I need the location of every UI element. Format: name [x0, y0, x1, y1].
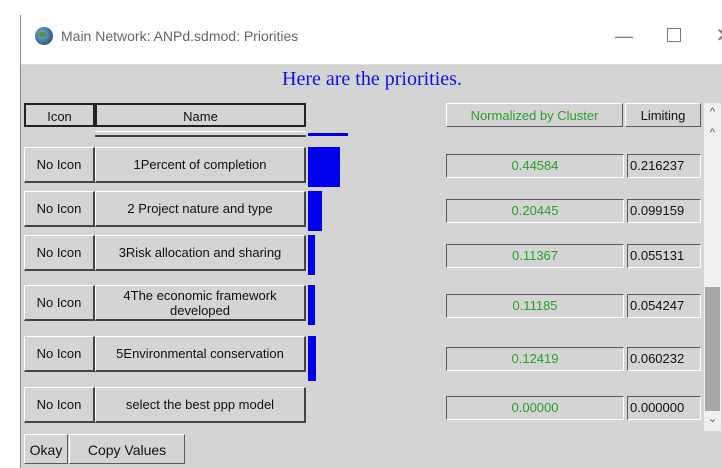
row-icon-button[interactable]: No Icon	[24, 285, 95, 321]
maximize-button[interactable]	[657, 21, 691, 51]
partial-hidden-row	[95, 131, 306, 137]
row-name-button[interactable]: 1Percent of completion	[95, 147, 306, 183]
page-heading: Here are the priorities.	[282, 68, 462, 90]
window-title: Main Network: ANPd.sdmod: Priorities	[61, 28, 299, 44]
limiting-value: 0.055131	[627, 244, 701, 268]
priority-bar	[308, 285, 315, 325]
column-header-name[interactable]: Name	[95, 103, 306, 127]
scroll-up-arrow-icon[interactable]: ^	[704, 106, 721, 118]
globe-app-icon	[35, 27, 53, 45]
row-icon-button[interactable]: No Icon	[24, 147, 95, 183]
priority-bar	[308, 191, 322, 231]
close-button[interactable]: ✕	[707, 21, 722, 51]
normalized-value: 0.11185	[446, 294, 624, 318]
row-icon-button[interactable]: No Icon	[24, 336, 95, 372]
copy-values-button[interactable]: Copy Values	[69, 434, 185, 464]
row-icon-button[interactable]: No Icon	[24, 235, 95, 271]
row-icon-button[interactable]: No Icon	[24, 387, 95, 423]
row-name-button[interactable]: 4The economic framework developed	[95, 285, 306, 321]
limiting-value: 0.054247	[627, 294, 701, 318]
limiting-value: 0.099159	[627, 199, 701, 223]
scroll-up-small-arrow-icon[interactable]: ^	[704, 127, 721, 139]
row-name-button[interactable]: 2 Project nature and type	[95, 191, 306, 227]
normalized-value: 0.11367	[446, 244, 624, 268]
column-header-limiting[interactable]: Limiting	[625, 103, 701, 127]
vertical-scrollbar[interactable]: ^ ^ ⌄	[704, 103, 721, 431]
priority-bar	[308, 147, 340, 187]
row-icon-button[interactable]: No Icon	[24, 191, 95, 227]
row-name-button[interactable]: 3Risk allocation and sharing	[95, 235, 306, 271]
row-name-button[interactable]: select the best ppp model	[95, 387, 306, 423]
title-bar[interactable]: Main Network: ANPd.sdmod: Priorities — ✕	[21, 15, 722, 65]
priority-bar	[308, 336, 316, 381]
minimize-button[interactable]: —	[607, 21, 641, 51]
column-header-normalized[interactable]: Normalized by Cluster	[446, 103, 623, 127]
limiting-value: 0.000000	[627, 396, 701, 420]
priorities-window: Main Network: ANPd.sdmod: Priorities — ✕…	[20, 15, 722, 468]
row-name-button[interactable]: 5Environmental conservation	[95, 336, 306, 372]
maximize-icon	[667, 28, 681, 43]
normalized-value: 0.20445	[446, 199, 624, 223]
normalized-value: 0.00000	[446, 396, 624, 420]
normalized-value: 0.44584	[446, 154, 624, 178]
normalized-value: 0.12419	[446, 347, 624, 371]
scrollbar-thumb[interactable]	[705, 287, 720, 411]
column-header-icon[interactable]: Icon	[24, 103, 95, 127]
scroll-down-arrow-icon[interactable]: ⌄	[704, 412, 721, 425]
okay-button[interactable]: Okay	[24, 434, 68, 464]
limiting-value: 0.060232	[627, 347, 701, 371]
limiting-value: 0.216237	[627, 154, 701, 178]
priority-bar	[308, 235, 315, 275]
partial-row-bar	[308, 133, 348, 136]
